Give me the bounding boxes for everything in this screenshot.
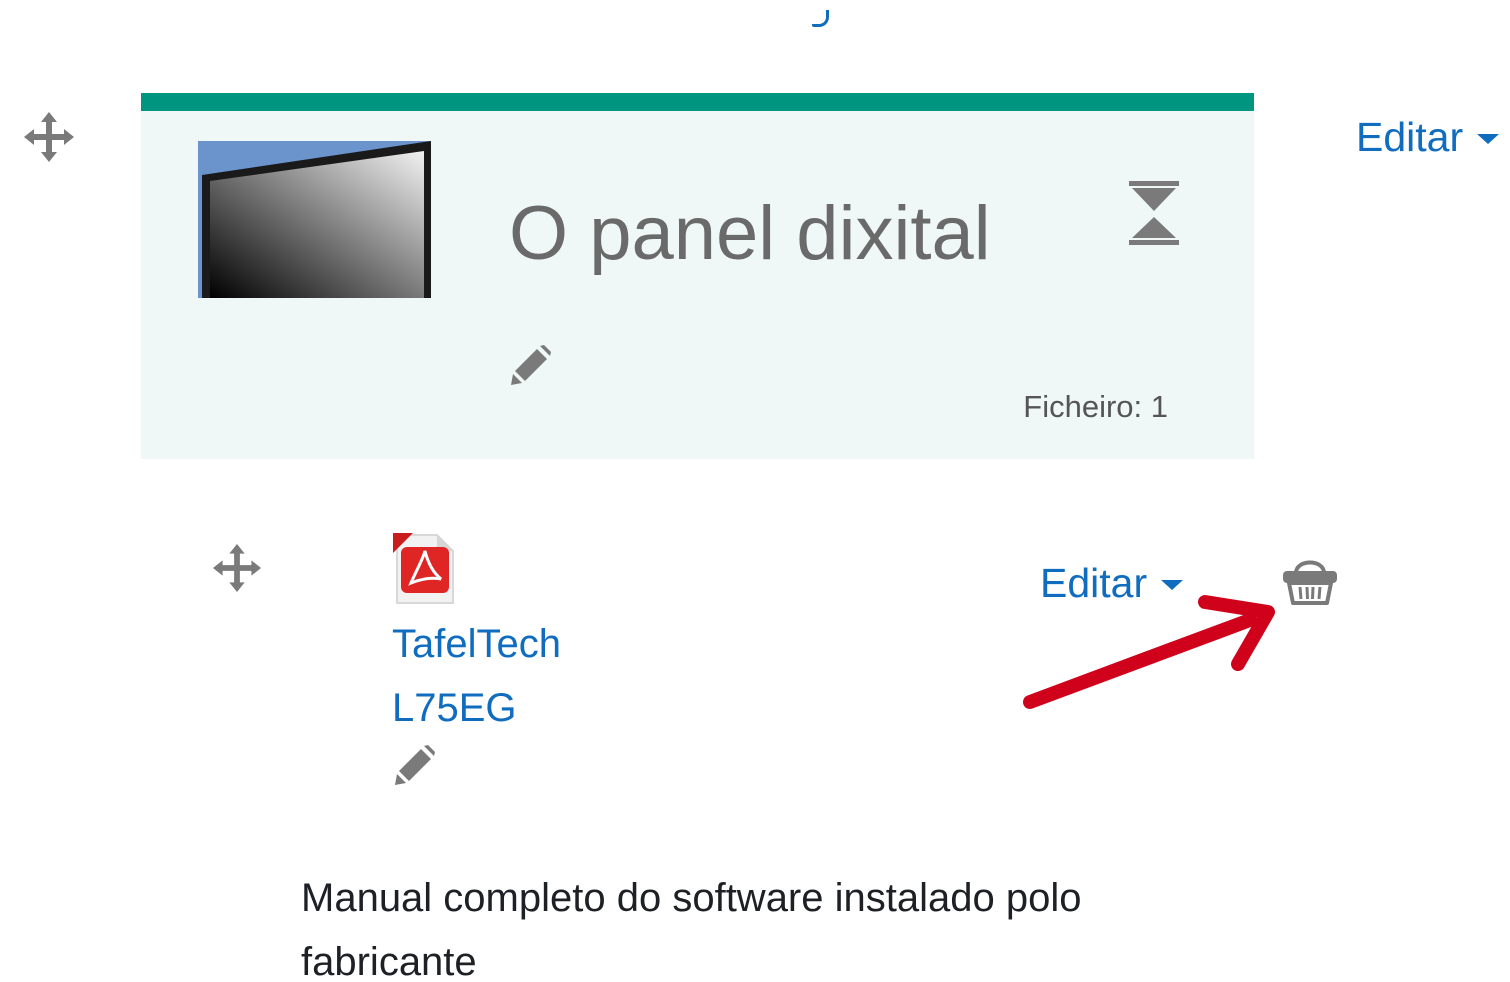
section-thumbnail-image — [198, 141, 431, 298]
description-line2: fabricante — [301, 940, 477, 982]
pdf-icon[interactable] — [393, 533, 457, 605]
activity-name-link[interactable]: TafelTech L75EG — [392, 612, 632, 740]
section-move-icon[interactable] — [24, 112, 74, 162]
file-count: Ficheiro: 1 — [1023, 389, 1168, 424]
section-accent-bar — [141, 93, 1254, 111]
activity-name-line1: TafelTech — [392, 622, 561, 666]
chevron-down-icon — [1477, 134, 1500, 144]
section-title: O panel dixital — [509, 191, 991, 276]
section-card: O panel dixital Ficheiro: 1 — [141, 93, 1254, 459]
activity-move-icon[interactable] — [213, 544, 261, 592]
edit-title-pencil-icon[interactable] — [509, 345, 551, 387]
course-page: O panel dixital Ficheiro: 1 Editar Tafel… — [0, 0, 1510, 982]
chevron-down-icon — [1161, 580, 1184, 590]
description-line1: Manual completo do software instalado po… — [301, 876, 1082, 920]
activity-name-line2: L75EG — [392, 686, 517, 730]
cut-off-link-fragment — [806, 0, 834, 30]
hourglass-icon — [1129, 181, 1179, 245]
edit-activity-name-pencil-icon[interactable] — [393, 745, 435, 787]
annotation-arrow — [1010, 590, 1290, 720]
basket-icon[interactable] — [1282, 553, 1338, 607]
activity-description: Manual completo do software instalado po… — [301, 866, 1201, 982]
section-edit-label: Editar — [1356, 114, 1464, 160]
section-edit-menu[interactable]: Editar — [1356, 112, 1500, 162]
